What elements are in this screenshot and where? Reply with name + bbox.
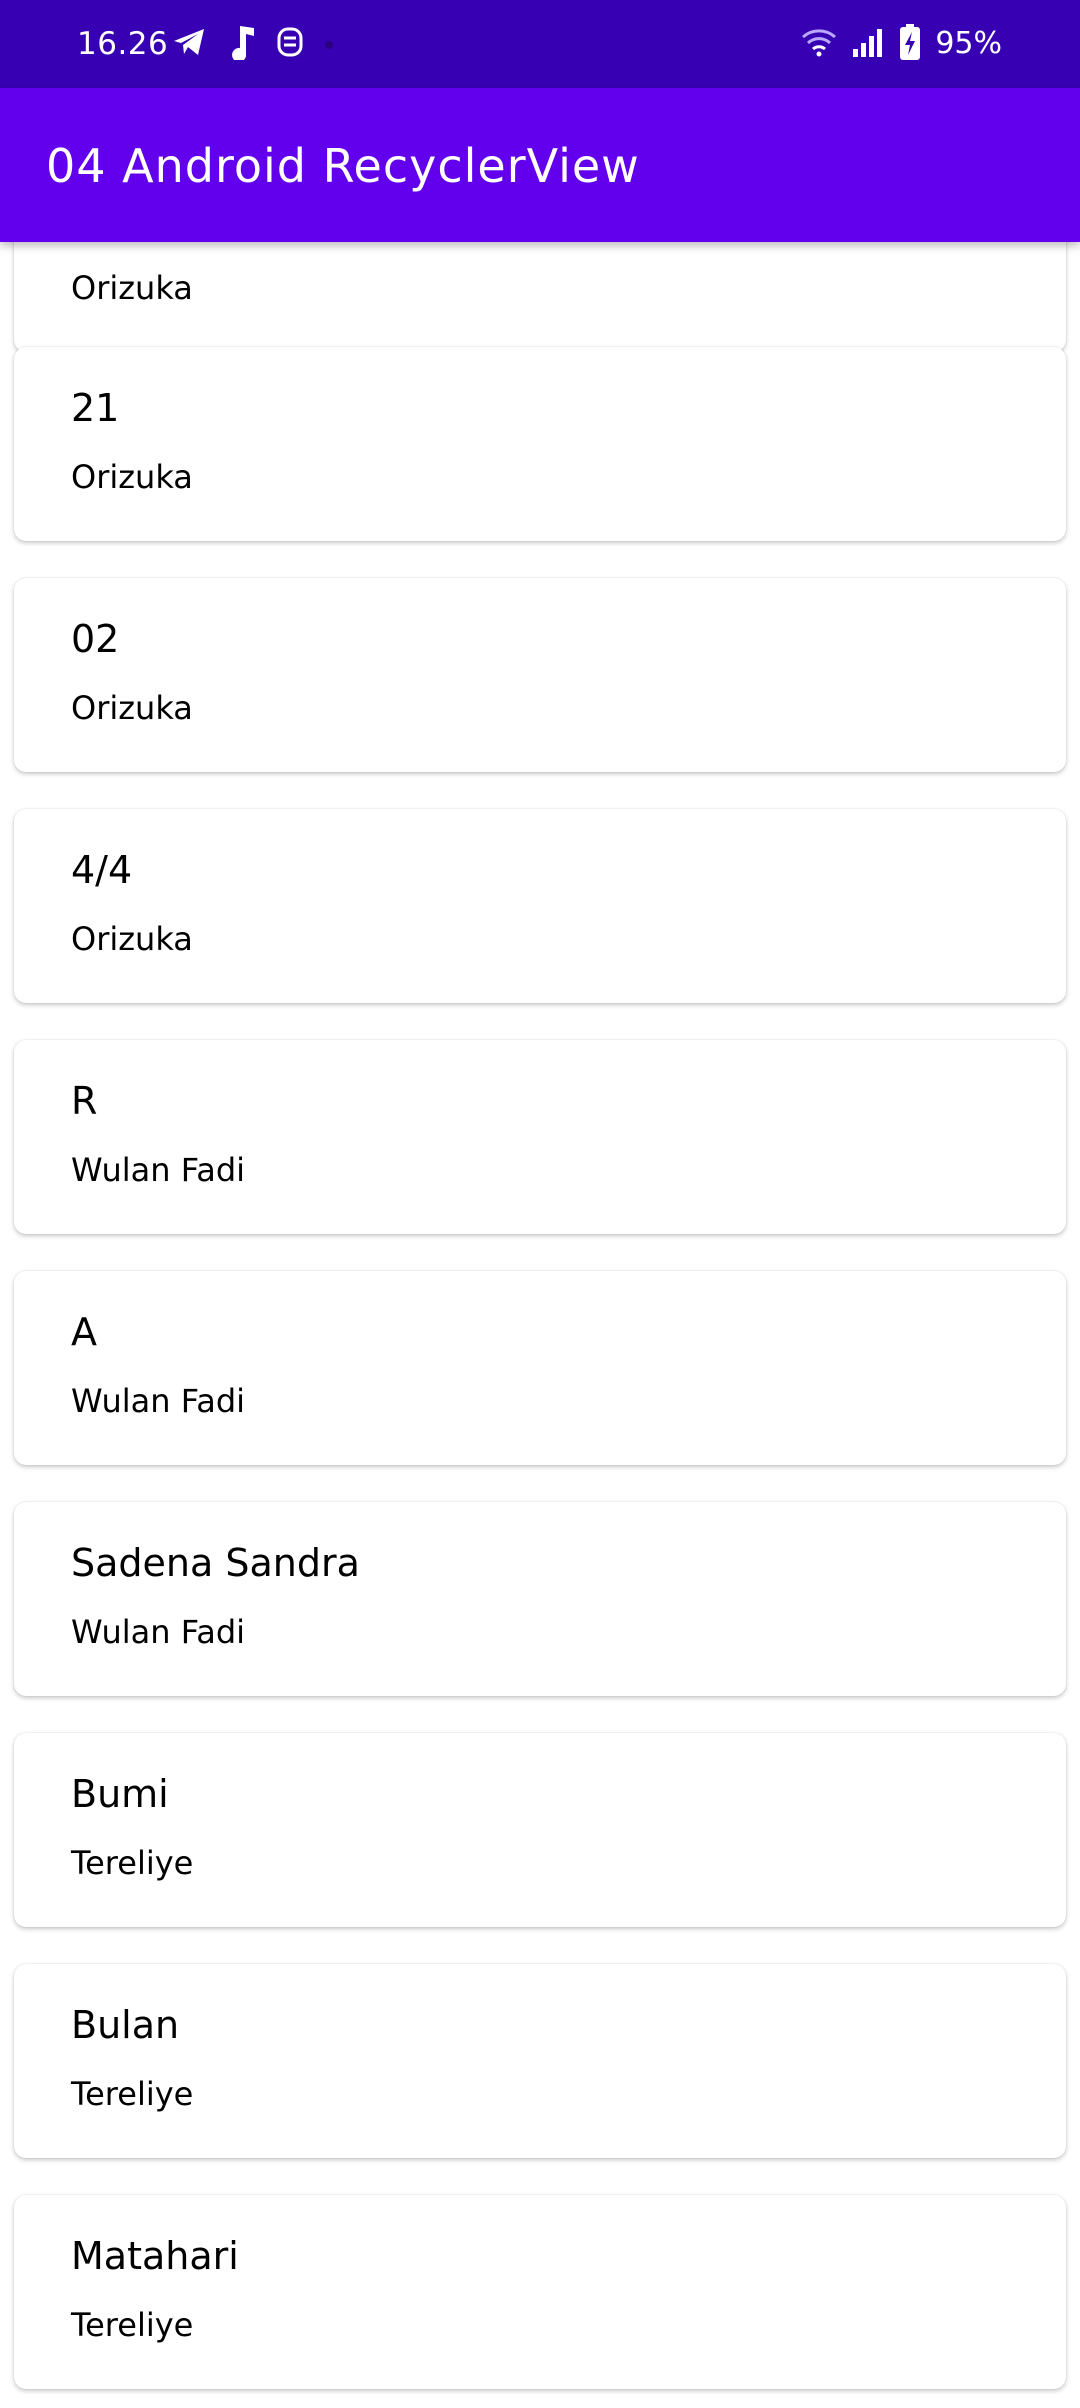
app-notification-icon (276, 26, 304, 62)
wifi-icon (801, 27, 837, 61)
book-author: Wulan Fadi (71, 1151, 246, 1189)
book-title: 02 (71, 617, 120, 661)
book-card[interactable]: 02 Orizuka (14, 578, 1066, 772)
dot-icon (324, 35, 334, 54)
status-time: 16.26 (77, 26, 169, 62)
status-bar: 16.26 95% (0, 0, 1080, 88)
system-icons: 95% (801, 24, 1002, 64)
book-author: Orizuka (71, 269, 193, 307)
book-title: 4/4 (71, 848, 133, 892)
app-title: 04 Android RecyclerView (46, 139, 640, 193)
book-author: Wulan Fadi (71, 1613, 246, 1651)
book-card[interactable]: Bulan Tereliye (14, 1964, 1066, 2158)
book-author: Wulan Fadi (71, 1382, 246, 1420)
book-title: Bulan (71, 2003, 180, 2047)
book-title: Bumi (71, 1772, 169, 1816)
app-bar: 04 Android RecyclerView (0, 88, 1080, 242)
book-card[interactable]: Sadena Sandra Wulan Fadi (14, 1502, 1066, 1696)
telegram-icon (172, 27, 206, 61)
notification-icons (172, 26, 334, 62)
book-card[interactable]: A Wulan Fadi (14, 1271, 1066, 1465)
book-card[interactable]: 4/4 Orizuka (14, 809, 1066, 1003)
battery-percentage: 95% (935, 26, 1002, 61)
book-card[interactable]: R Wulan Fadi (14, 1040, 1066, 1234)
book-author: Tereliye (71, 1844, 194, 1882)
book-author: Orizuka (71, 689, 193, 727)
book-author: Orizuka (71, 458, 193, 496)
book-author: Tereliye (71, 2306, 194, 2344)
book-list[interactable]: Orizuka 21 Orizuka 02 Orizuka 4/4 Orizuk… (0, 242, 1080, 2408)
book-title: 21 (71, 386, 120, 430)
book-card[interactable]: Bumi Tereliye (14, 1733, 1066, 1927)
book-title: A (71, 1310, 97, 1354)
book-author: Tereliye (71, 2075, 194, 2113)
battery-charging-icon (899, 24, 921, 64)
book-card[interactable]: Orizuka (14, 242, 1066, 352)
book-author: Orizuka (71, 920, 193, 958)
book-title: Sadena Sandra (71, 1541, 360, 1585)
book-title: Matahari (71, 2234, 239, 2278)
music-icon (226, 24, 256, 64)
book-card[interactable]: Matahari Tereliye (14, 2195, 1066, 2389)
signal-icon (851, 27, 885, 61)
book-card[interactable]: 21 Orizuka (14, 347, 1066, 541)
book-title: R (71, 1079, 98, 1123)
